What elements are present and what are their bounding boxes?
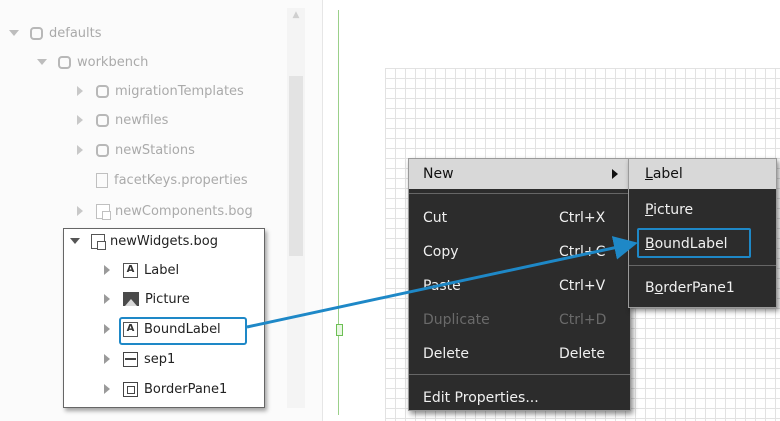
- scroll-up-arrow-icon[interactable]: ▲: [287, 10, 305, 20]
- submenu-item-label[interactable]: Label: [629, 159, 776, 189]
- picture-widget-icon: [123, 292, 139, 306]
- expand-toggle-icon[interactable]: [74, 205, 86, 217]
- submenu-item-pre: B: [645, 280, 655, 296]
- context-menu: New Cut Ctrl+X Copy Ctrl+C Paste Ctrl+V …: [408, 158, 631, 411]
- submenu-item-text: BorderPane1: [645, 280, 735, 296]
- tree-node-label: sep1: [144, 351, 176, 367]
- menu-item-label: Edit Properties...: [423, 390, 539, 406]
- tree-scrollbar[interactable]: ▲: [287, 8, 305, 408]
- menu-item-label: Copy: [423, 244, 459, 260]
- submenu-item-rest: icture: [653, 202, 694, 218]
- tree-node-label: newStations: [115, 142, 195, 158]
- menu-item-label: New: [423, 166, 454, 182]
- expand-toggle-icon[interactable]: [101, 353, 113, 365]
- label-widget-icon: A: [123, 262, 138, 278]
- expand-toggle-icon[interactable]: [101, 383, 113, 395]
- expand-toggle-icon[interactable]: [36, 56, 48, 68]
- tree-node-defaults[interactable]: defaults: [8, 20, 102, 46]
- expand-toggle-icon[interactable]: [101, 323, 113, 335]
- tree-node-newcomponents[interactable]: newComponents.bog: [74, 198, 253, 224]
- scroll-thumb[interactable]: [289, 76, 303, 256]
- tree-node-label-widget[interactable]: A Label: [101, 257, 179, 283]
- submenu-item-borderpane[interactable]: BorderPane1: [629, 273, 776, 303]
- tree-node-label: newWidgets.bog: [110, 233, 219, 249]
- separator-widget-icon: [123, 351, 138, 367]
- mnemonic-char: P: [645, 202, 654, 218]
- menu-item-new[interactable]: New: [409, 159, 630, 189]
- expand-toggle-icon[interactable]: [74, 85, 86, 97]
- menu-item-label: Paste: [423, 278, 461, 294]
- menu-separator: [629, 265, 776, 266]
- menu-item-label: Duplicate: [423, 312, 490, 328]
- submenu-item-picture[interactable]: Picture: [629, 195, 776, 225]
- tree-node-borderpane-widget[interactable]: BorderPane1: [101, 376, 227, 402]
- database-icon: [58, 55, 71, 69]
- resize-handle[interactable]: [336, 324, 343, 336]
- tree-node-picture-widget[interactable]: Picture: [101, 286, 190, 312]
- menu-item-delete[interactable]: Delete Delete: [409, 339, 630, 369]
- menu-item-label: Cut: [423, 210, 448, 226]
- menu-item-shortcut: Ctrl+D: [559, 312, 607, 328]
- tree-node-label: newfiles: [115, 112, 169, 128]
- menu-item-shortcut: Ctrl+X: [559, 210, 606, 226]
- expand-toggle-icon[interactable]: [8, 27, 20, 39]
- tree-node-facetkeys[interactable]: facetKeys.properties: [96, 167, 248, 193]
- menu-item-shortcut: Delete: [559, 346, 605, 362]
- file-icon: [96, 172, 108, 188]
- menu-item-label: Delete: [423, 346, 469, 362]
- boundlabel-tree-highlight: [119, 317, 247, 345]
- guide-line: [338, 10, 339, 415]
- bog-file-icon: [96, 203, 111, 220]
- menu-item-duplicate: Duplicate Ctrl+D: [409, 305, 630, 335]
- tree-node-label: newComponents.bog: [115, 203, 253, 219]
- boundlabel-menu-highlight: [637, 228, 751, 258]
- tree-node-label: migrationTemplates: [115, 83, 244, 99]
- bog-file-icon: [91, 233, 106, 250]
- tree-node-newwidgets[interactable]: newWidgets.bog: [69, 228, 218, 254]
- submenu-item-text: Picture: [645, 202, 693, 218]
- expand-toggle-icon[interactable]: [69, 235, 81, 247]
- expand-toggle-icon[interactable]: [101, 264, 113, 276]
- expand-toggle-icon[interactable]: [74, 144, 86, 156]
- mnemonic-char: o: [654, 280, 664, 296]
- database-icon: [96, 143, 109, 157]
- borderpane-widget-icon: [123, 381, 138, 397]
- submenu-item-rest: abel: [652, 166, 683, 182]
- menu-item-copy[interactable]: Copy Ctrl+C: [409, 237, 630, 267]
- menu-item-cut[interactable]: Cut Ctrl+X: [409, 203, 630, 233]
- database-icon: [96, 84, 109, 98]
- menu-item-edit-properties[interactable]: Edit Properties...: [409, 383, 630, 413]
- nav-tree-panel: ▲ defaults workbench migrationTemplates …: [0, 0, 323, 421]
- menu-item-paste[interactable]: Paste Ctrl+V: [409, 271, 630, 301]
- menu-item-shortcut: Ctrl+V: [559, 278, 606, 294]
- submenu-item-rest: rderPane1: [663, 280, 735, 296]
- submenu-arrow-icon: [612, 169, 618, 179]
- tree-node-label: Label: [144, 262, 180, 278]
- tree-node-workbench[interactable]: workbench: [36, 49, 148, 75]
- tree-node-label: Picture: [145, 291, 190, 307]
- menu-separator: [409, 374, 630, 375]
- menu-separator: [409, 193, 630, 194]
- mnemonic-char: L: [645, 166, 653, 182]
- menu-item-shortcut: Ctrl+C: [559, 244, 606, 260]
- tree-node-label: BorderPane1: [144, 381, 228, 397]
- new-submenu: Label Picture BoundLabel BorderPane1: [628, 158, 777, 308]
- tree-node-label: defaults: [49, 25, 102, 41]
- expand-toggle-icon[interactable]: [101, 293, 113, 305]
- database-icon: [96, 113, 109, 127]
- tree-node-migrationtemplates[interactable]: migrationTemplates: [74, 78, 244, 104]
- tree-node-sep1-widget[interactable]: sep1: [101, 346, 175, 372]
- tree-node-label: facetKeys.properties: [114, 172, 248, 188]
- tree-node-newstations[interactable]: newStations: [74, 137, 195, 163]
- tree-node-newfiles[interactable]: newfiles: [74, 107, 168, 133]
- tree-node-label: workbench: [77, 54, 149, 70]
- database-icon: [30, 26, 43, 40]
- submenu-item-text: Label: [645, 166, 683, 182]
- expand-toggle-icon[interactable]: [74, 114, 86, 126]
